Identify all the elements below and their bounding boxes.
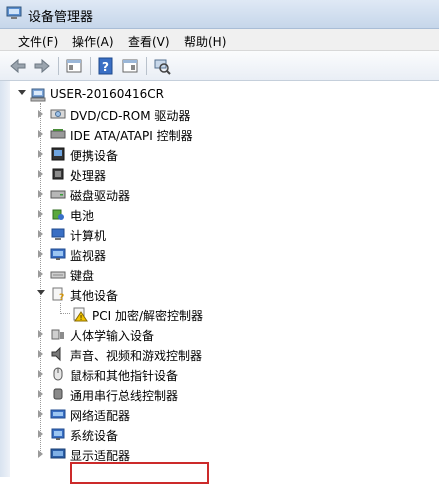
device-tree[interactable]: USER-20160416CR DVD/CD-ROM 驱动器 IDE ATA/AT…: [10, 81, 439, 484]
tree-root-label: USER-20160416CR: [50, 87, 164, 101]
tree-item-label: 声音、视频和游戏控制器: [70, 349, 203, 363]
network-adapter-icon: [50, 409, 66, 419]
tree-item-label: 其他设备: [70, 289, 119, 303]
tree-item[interactable]: ? 其他设备: [10, 284, 439, 304]
expand-arrow[interactable]: [38, 110, 43, 118]
window-title: 设备管理器: [28, 10, 94, 25]
sound-icon: [51, 346, 61, 362]
highlight-box: [70, 462, 209, 484]
tree-item[interactable]: 磁盘驱动器: [10, 184, 439, 204]
tree-item[interactable]: 声音、视频和游戏控制器: [10, 344, 439, 364]
tree-item-label: 显示适配器: [70, 449, 131, 463]
menu-bar: 文件(F) 操作(A) 查看(V) 帮助(H): [0, 29, 439, 51]
tree-item-label: 键盘: [70, 269, 95, 283]
scan-hardware-icon[interactable]: [152, 56, 172, 76]
tree-item-label: IDE ATA/ATAPI 控制器: [70, 129, 193, 143]
tree-child-label: PCI 加密/解密控制器: [92, 309, 204, 323]
tree-item[interactable]: 电池: [10, 204, 439, 224]
tree-item-label: 便携设备: [70, 149, 119, 163]
toolbar-separator: [58, 57, 59, 75]
expand-arrow[interactable]: [38, 190, 43, 198]
hid-icon: [51, 329, 64, 340]
forward-icon[interactable]: [32, 56, 52, 76]
other-devices-icon: ?: [52, 287, 64, 302]
tree-item-label: 电池: [70, 209, 95, 223]
mouse-icon: [53, 367, 63, 381]
ide-controller-icon: [50, 129, 66, 139]
tree-item[interactable]: 键盘: [10, 264, 439, 284]
svg-text:?: ?: [59, 293, 64, 302]
tree-item-label: 系统设备: [70, 429, 119, 443]
tree-item[interactable]: 鼠标和其他指针设备: [10, 364, 439, 384]
tree-root[interactable]: USER-20160416CR: [10, 84, 439, 104]
expand-arrow[interactable]: [38, 350, 43, 358]
svg-text:!: !: [80, 314, 83, 322]
svg-text:?: ?: [102, 60, 109, 74]
menu-action[interactable]: 操作(A): [72, 33, 114, 50]
tree-item[interactable]: 系统设备: [10, 424, 439, 444]
tree-item-label: 鼠标和其他指针设备: [70, 369, 179, 383]
battery-icon: [52, 209, 64, 220]
tree-item[interactable]: 网络适配器: [10, 404, 439, 424]
toolbar-separator: [90, 57, 91, 75]
expand-arrow[interactable]: [38, 450, 43, 458]
system-devices-icon: [51, 428, 65, 440]
device-manager-icon: [6, 6, 22, 19]
toolbar-separator: [146, 57, 147, 75]
collapse-arrow[interactable]: [37, 290, 45, 295]
unknown-device-warning-icon: !: [73, 307, 88, 322]
expand-arrow[interactable]: [38, 270, 43, 278]
dvd-drive-icon: [50, 109, 66, 119]
expand-arrow[interactable]: [38, 430, 43, 438]
display-adapter-icon: [50, 448, 66, 459]
window-left-border: [0, 81, 10, 477]
tree-item-label: 计算机: [70, 229, 107, 243]
disk-drive-icon: [50, 190, 66, 199]
title-bar: 设备管理器: [0, 0, 439, 29]
tree-item-label: 监视器: [70, 249, 107, 263]
expand-arrow[interactable]: [38, 330, 43, 338]
expand-arrow[interactable]: [38, 210, 43, 218]
expand-arrow[interactable]: [38, 130, 43, 138]
portable-device-icon: [51, 147, 65, 161]
monitor-icon: [50, 248, 66, 260]
expand-arrow[interactable]: [38, 390, 43, 398]
help-icon[interactable]: ?: [96, 56, 116, 76]
tree-item[interactable]: 处理器: [10, 164, 439, 184]
tree-item[interactable]: IDE ATA/ATAPI 控制器: [10, 124, 439, 144]
tree-item[interactable]: 通用串行总线控制器: [10, 384, 439, 404]
expand-arrow[interactable]: [38, 370, 43, 378]
tree-item-label: 磁盘驱动器: [70, 189, 131, 203]
tree-item-label: 网络适配器: [70, 409, 131, 423]
tree-item[interactable]: 人体学输入设备: [10, 324, 439, 344]
expand-arrow[interactable]: [38, 150, 43, 158]
usb-icon: [53, 388, 63, 400]
toolbar: ?: [0, 51, 439, 81]
expand-arrow[interactable]: [38, 230, 43, 238]
tree-item[interactable]: 计算机: [10, 224, 439, 244]
keyboard-icon: [50, 271, 66, 279]
computer-icon: [30, 88, 46, 102]
tree-item-label: 通用串行总线控制器: [70, 389, 179, 403]
back-icon[interactable]: [8, 56, 28, 76]
tree-item-label: 人体学输入设备: [70, 329, 155, 343]
expand-arrow[interactable]: [18, 90, 26, 95]
menu-help[interactable]: 帮助(H): [184, 33, 226, 50]
computer-icon: [51, 228, 65, 240]
expand-arrow[interactable]: [38, 250, 43, 258]
processor-icon: [52, 168, 64, 180]
menu-view[interactable]: 查看(V): [128, 33, 170, 50]
menu-file[interactable]: 文件(F): [18, 33, 58, 50]
expand-arrow[interactable]: [38, 410, 43, 418]
console-icon[interactable]: [120, 56, 140, 76]
expand-arrow[interactable]: [38, 170, 43, 178]
properties-icon[interactable]: [64, 56, 84, 76]
tree-item-label: DVD/CD-ROM 驱动器: [70, 109, 191, 123]
tree-child-item[interactable]: ! PCI 加密/解密控制器: [10, 304, 439, 324]
tree-item[interactable]: 监视器: [10, 244, 439, 264]
tree-item[interactable]: 显示适配器: [10, 444, 439, 464]
tree-item[interactable]: 便携设备: [10, 144, 439, 164]
tree-item-label: 处理器: [70, 169, 107, 183]
tree-item[interactable]: DVD/CD-ROM 驱动器: [10, 104, 439, 124]
